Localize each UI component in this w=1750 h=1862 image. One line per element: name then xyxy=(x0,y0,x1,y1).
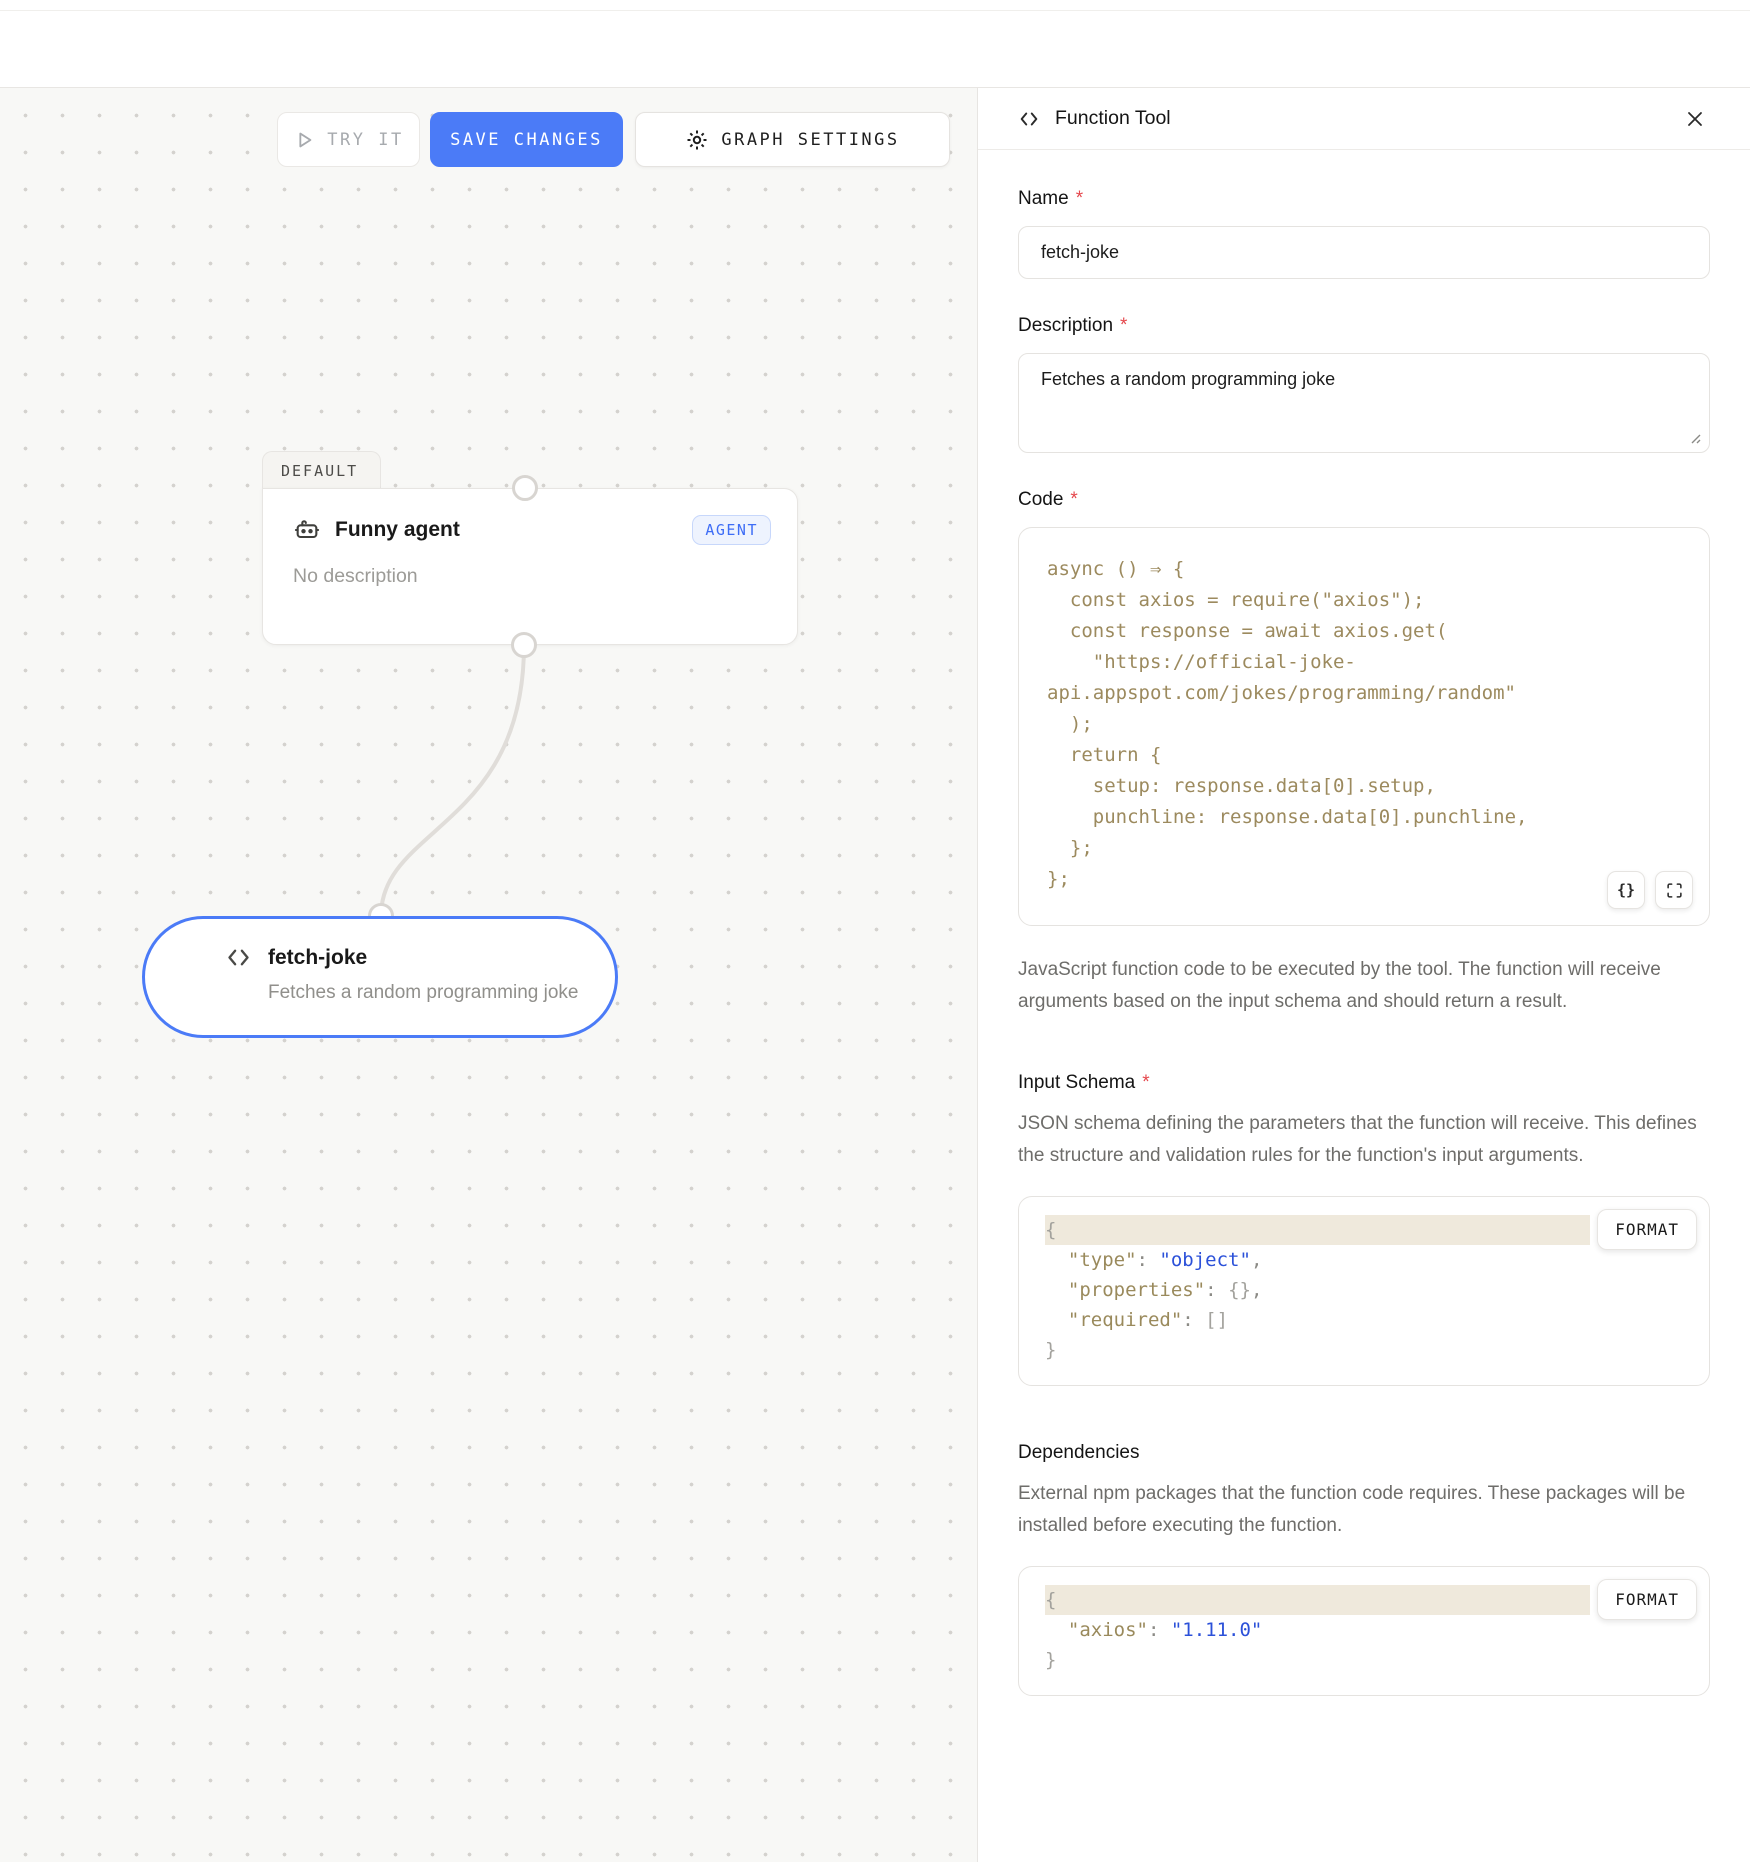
code-help-text: JavaScript function code to be executed … xyxy=(1018,954,1710,1018)
panel-title: Function Tool xyxy=(1055,107,1171,130)
agent-node-description: No description xyxy=(293,565,771,588)
code-icon xyxy=(225,944,252,971)
format-input-schema-button[interactable]: FORMAT xyxy=(1597,1209,1697,1250)
code-icon xyxy=(1018,108,1040,130)
agent-target-handle[interactable] xyxy=(512,475,538,501)
try-it-button[interactable]: TRY IT xyxy=(277,112,420,167)
graph-settings-label: GRAPH SETTINGS xyxy=(721,130,899,150)
tool-node-description: Fetches a random programming joke xyxy=(268,982,615,1004)
top-bar xyxy=(0,0,1750,88)
input-schema-help-text: JSON schema defining the parameters that… xyxy=(1018,1108,1710,1172)
dependencies-label: Dependencies xyxy=(1018,1442,1710,1464)
agent-source-handle[interactable] xyxy=(511,632,537,658)
save-changes-button[interactable]: SAVE CHANGES xyxy=(430,112,623,167)
dependencies-editor[interactable]: { "axios": "1.11.0"} FORMAT xyxy=(1018,1566,1710,1696)
robot-icon xyxy=(293,516,321,544)
braces-icon: {} xyxy=(1617,881,1635,899)
tool-node-title: fetch-joke xyxy=(268,946,367,970)
panel-body: Name* Description* Code* async () ⇒ { co… xyxy=(978,150,1750,1736)
group-tab-default[interactable]: DEFAULT xyxy=(262,451,381,489)
description-textarea[interactable] xyxy=(1018,353,1710,453)
name-label: Name* xyxy=(1018,188,1710,210)
required-asterisk: * xyxy=(1142,1072,1149,1094)
required-asterisk: * xyxy=(1120,315,1127,337)
required-asterisk: * xyxy=(1070,489,1077,511)
graph-settings-button[interactable]: GRAPH SETTINGS xyxy=(635,112,950,167)
code-editor[interactable]: async () ⇒ { const axios = require("axio… xyxy=(1018,527,1710,926)
code-label: Code* xyxy=(1018,489,1710,511)
fullscreen-icon xyxy=(1666,882,1683,899)
node-fetch-joke[interactable]: fetch-joke Fetches a random programming … xyxy=(142,916,618,1038)
edge-funny-agent-to-fetch-joke[interactable] xyxy=(381,645,524,916)
code-content[interactable]: async () ⇒ { const axios = require("axio… xyxy=(1047,554,1681,895)
graph-canvas[interactable]: TRY IT SAVE CHANGES GRAPH SETTINGS DEFAU… xyxy=(0,88,977,1862)
try-it-label: TRY IT xyxy=(327,130,403,150)
function-tool-panel: Function Tool Name* Description* Code* xyxy=(977,88,1750,1862)
close-icon xyxy=(1685,109,1705,129)
expand-code-button[interactable] xyxy=(1655,871,1693,909)
save-changes-label: SAVE CHANGES xyxy=(450,130,603,150)
group-tab-label: DEFAULT xyxy=(281,462,358,480)
dependencies-help-text: External npm packages that the function … xyxy=(1018,1478,1710,1542)
input-schema-label: Input Schema* xyxy=(1018,1072,1710,1094)
required-asterisk: * xyxy=(1076,188,1083,210)
node-funny-agent[interactable]: Funny agent AGENT No description xyxy=(262,488,798,645)
gear-icon xyxy=(685,128,709,152)
close-panel-button[interactable] xyxy=(1680,104,1710,134)
agent-node-title: Funny agent xyxy=(335,518,460,542)
format-dependencies-button[interactable]: FORMAT xyxy=(1597,1579,1697,1620)
format-code-button[interactable]: {} xyxy=(1607,871,1645,909)
panel-header: Function Tool xyxy=(978,88,1750,150)
agent-badge: AGENT xyxy=(692,515,771,545)
resize-handle-icon[interactable] xyxy=(1688,431,1701,444)
name-input[interactable] xyxy=(1018,226,1710,279)
top-bar-divider xyxy=(0,10,1750,11)
description-label: Description* xyxy=(1018,315,1710,337)
play-icon xyxy=(293,129,315,151)
input-schema-editor[interactable]: { "type": "object", "properties": {}, "r… xyxy=(1018,1196,1710,1386)
